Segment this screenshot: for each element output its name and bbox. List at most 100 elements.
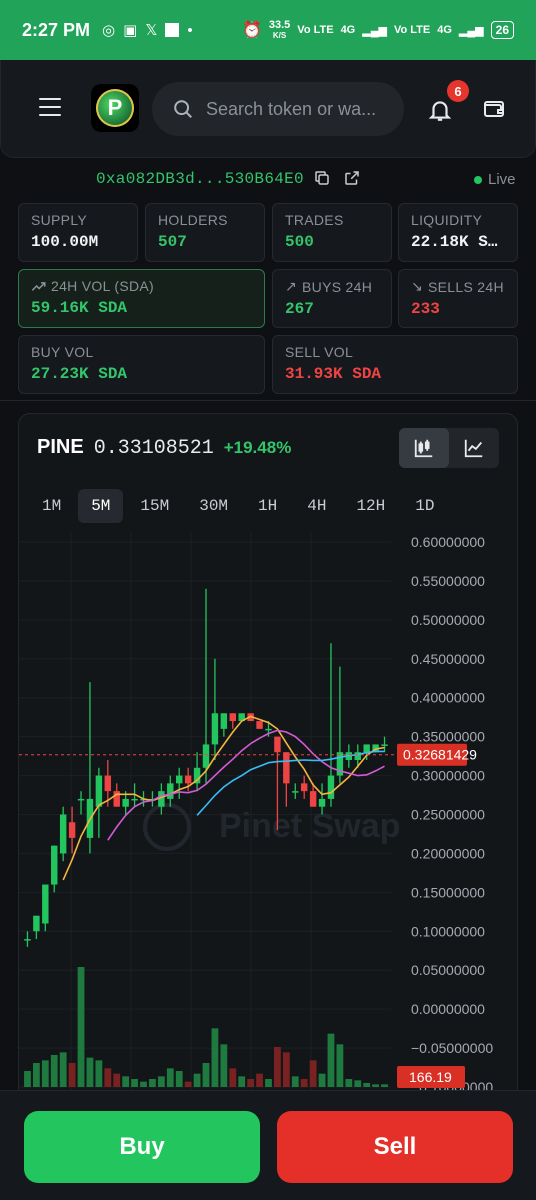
- moving-average-line: [62, 715, 385, 881]
- chart-type-toggle: [399, 428, 499, 468]
- candle-body: [176, 775, 183, 784]
- candlestick-icon: [414, 439, 433, 458]
- candle-body: [327, 775, 335, 799]
- y-tick-label: 0.50000000: [411, 612, 485, 628]
- menu-icon[interactable]: [39, 98, 61, 117]
- volume-bar: [220, 1044, 228, 1087]
- speed-readout: 33.5 K/S: [268, 18, 291, 40]
- search-input[interactable]: [206, 98, 396, 120]
- candle-body: [381, 744, 388, 746]
- volume-bar: [381, 1084, 388, 1087]
- candle-body: [363, 744, 370, 753]
- stat-sell-volume: SELL VOL 31.93K SDA: [272, 335, 518, 394]
- wallet-icon[interactable]: [482, 96, 506, 120]
- timeframe-15m[interactable]: 15M: [127, 489, 182, 523]
- timeframe-1d[interactable]: 1D: [402, 489, 447, 523]
- token-address[interactable]: 0xa082DB3d...530B64E0: [96, 170, 304, 188]
- volume-bar: [265, 1079, 272, 1087]
- volume-bar: [122, 1076, 130, 1087]
- y-tick-label: −0.05000000: [411, 1040, 493, 1056]
- volume-bar: [41, 1060, 49, 1087]
- copy-icon[interactable]: [313, 169, 331, 187]
- candle-body: [300, 783, 308, 792]
- status-time: 2:27 PM: [22, 19, 91, 40]
- signal-icon-2: ▂▄▆: [458, 24, 484, 37]
- x-icon: 𝕏: [145, 22, 158, 39]
- stat-holders: HOLDERS 507: [145, 203, 265, 262]
- network-1-gen: 4G: [340, 24, 356, 36]
- status-right: ⏰ 33.5 K/S Vo LTE 4G ▂▄▆ Vo LTE 4G ▂▄▆ 26: [242, 18, 514, 41]
- candle-body: [104, 775, 112, 792]
- y-tick-label: 0.60000000: [411, 534, 485, 550]
- timeframe-1h[interactable]: 1H: [245, 489, 290, 523]
- volume-bar: [238, 1076, 246, 1087]
- token-address-row: 0xa082DB3d...530B64E0 Live: [0, 166, 536, 196]
- candlestick-chart-button[interactable]: [399, 428, 449, 468]
- y-tick-label: 0.25000000: [411, 807, 485, 823]
- candle-body: [59, 814, 67, 854]
- network-2-gen: 4G: [437, 24, 452, 36]
- stat-supply: SUPPLY 100.00M: [18, 203, 138, 262]
- y-tick-label: 0.20000000: [411, 845, 485, 861]
- volume-bar: [363, 1083, 371, 1087]
- candle-body: [229, 713, 236, 722]
- search-bar[interactable]: [152, 82, 404, 136]
- timeframe-1m[interactable]: 1M: [29, 489, 74, 523]
- candle-body: [292, 791, 299, 793]
- pinet-logo-icon: P: [96, 89, 134, 127]
- volume-label: 166.19: [409, 1069, 452, 1085]
- volume-bar: [32, 1063, 40, 1087]
- candle-body: [167, 783, 174, 799]
- battery-icon: 26: [490, 21, 514, 39]
- candle-body: [318, 798, 326, 807]
- network-1: Vo LTE: [297, 24, 334, 36]
- volume-bar: [300, 1079, 308, 1087]
- timeframe-30m[interactable]: 30M: [186, 489, 241, 523]
- bell-icon[interactable]: [427, 96, 453, 124]
- y-tick-label: 0.45000000: [411, 651, 485, 667]
- sell-button[interactable]: Sell: [277, 1111, 513, 1183]
- volume-bar: [327, 1033, 335, 1087]
- stat-24h-volume: 24H VOL (SDA) 59.16K SDA: [18, 269, 265, 328]
- buy-button[interactable]: Buy: [24, 1111, 260, 1183]
- candle-body: [122, 798, 129, 807]
- candle-body: [95, 775, 103, 807]
- line-chart-button[interactable]: [449, 428, 499, 468]
- chart-panel: PINE 0.33108521 +19.48% 1M 5M 15M 30M 1H 4H 12…: [18, 413, 518, 1153]
- volume-bar: [68, 1063, 76, 1087]
- stat-buy-volume: BUY VOL 27.23K SDA: [18, 335, 265, 394]
- notification-icons: ◎ ▣ 𝕏 •: [102, 21, 193, 40]
- volume-bar: [354, 1080, 362, 1087]
- timeframe-12h[interactable]: 12H: [343, 489, 398, 523]
- watermark-logo-icon: [143, 803, 191, 851]
- volume-bar: [166, 1068, 174, 1087]
- candle-body: [113, 791, 120, 807]
- candle-body: [309, 791, 317, 807]
- timeframe-4h[interactable]: 4H: [294, 489, 339, 523]
- volume-bar: [309, 1060, 317, 1087]
- notification-badge: 6: [447, 80, 469, 102]
- candle-body: [220, 713, 228, 729]
- external-link-icon[interactable]: [343, 169, 361, 187]
- candle-body: [184, 775, 192, 784]
- app-logo[interactable]: P: [91, 84, 139, 132]
- volume-bar: [256, 1073, 263, 1087]
- y-tick-label: 0.30000000: [411, 768, 485, 784]
- volume-bar: [336, 1044, 344, 1087]
- moving-average-line: [196, 750, 385, 816]
- volume-bar: [50, 1055, 58, 1087]
- volume-bar: [291, 1076, 299, 1087]
- section-divider: [0, 400, 536, 401]
- volume-bar: [140, 1081, 147, 1087]
- volume-bar: [59, 1052, 67, 1087]
- volume-bar: [202, 1063, 210, 1087]
- volume-bar: [86, 1057, 94, 1087]
- candle-body: [131, 798, 138, 801]
- last-price-label: 0.32681429: [403, 747, 477, 763]
- candle-body: [265, 728, 272, 731]
- y-tick-label: 0.55000000: [411, 573, 485, 589]
- volume-bar: [149, 1079, 156, 1087]
- volume-bar: [282, 1052, 290, 1087]
- timeframe-5m[interactable]: 5M: [78, 489, 124, 523]
- price-chart[interactable]: 0.60000000 0.55000000 0.50000000 0.45000000…: [19, 532, 518, 1092]
